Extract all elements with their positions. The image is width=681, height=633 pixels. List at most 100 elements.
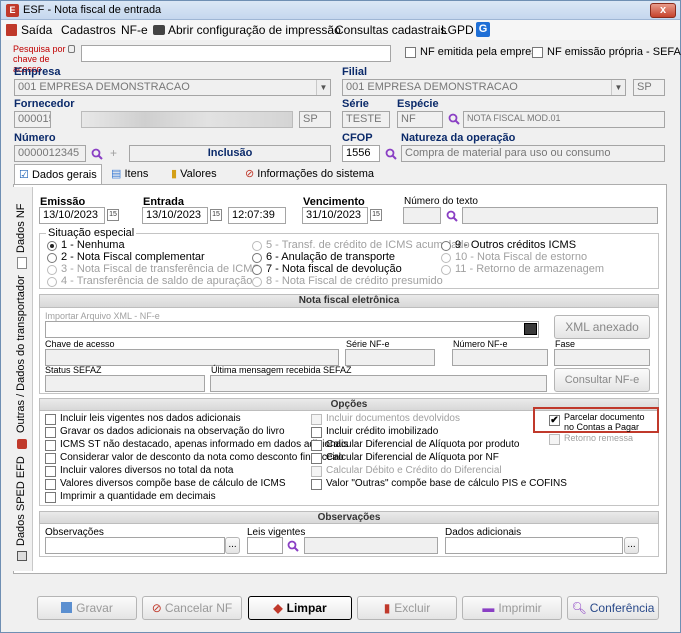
empresa-select[interactable]: 001 EMPRESA DEMONSTRACAO ▼ (14, 79, 331, 96)
fase-label: Fase (555, 339, 576, 349)
search-input[interactable] (81, 45, 391, 62)
menu-cadastros[interactable]: Cadastros (61, 23, 116, 37)
natureza-field: Compra de material para uso ou consumo (401, 145, 665, 162)
menu-saida[interactable]: Saída (21, 23, 52, 37)
opt-decimais-checkbox[interactable] (45, 492, 56, 503)
menu-consultas[interactable]: Consultas cadastrais (335, 23, 446, 37)
filial-uf: SP (633, 79, 665, 96)
nf-emitida-checkbox[interactable] (405, 47, 416, 58)
opt-gravar-obs-checkbox[interactable] (45, 427, 56, 438)
opt-difal-produto-label: Calcular Diferencial de Alíquota por pro… (326, 439, 520, 450)
side-tab-dados-nf[interactable]: Dados NF (15, 203, 27, 253)
leis-code-field[interactable] (247, 537, 283, 554)
serie-field[interactable]: TESTE (342, 111, 390, 128)
empresa-label: Empresa (14, 66, 61, 78)
menu-nfe[interactable]: NF-e (121, 23, 148, 37)
opt-valores-icms-checkbox[interactable] (45, 479, 56, 490)
opt-difal-produto-checkbox[interactable] (311, 440, 322, 451)
radio-11[interactable] (441, 265, 451, 275)
radio-11-label: 11 - Retorno de armazenagem (455, 263, 604, 275)
entrada-field[interactable]: 13/10/2023 (142, 207, 208, 224)
search-icon[interactable] (446, 210, 458, 222)
opt-incluir-leis-checkbox[interactable] (45, 414, 56, 425)
import-xml-field[interactable] (45, 321, 539, 338)
radio-3[interactable] (47, 265, 57, 275)
edit-icon (17, 551, 27, 561)
nf-propria-checkbox[interactable] (532, 47, 543, 58)
opt-pis-cofins-checkbox[interactable] (311, 479, 322, 490)
radio-10-label: 10 - Nota Fiscal de estorno (455, 251, 588, 263)
vencimento-field[interactable]: 31/10/2023 (302, 207, 368, 224)
especie-code[interactable]: NF (397, 111, 443, 128)
numero-nfe-label: Número NF-e (453, 339, 508, 349)
radio-10[interactable] (441, 253, 451, 263)
radio-1[interactable] (47, 241, 57, 251)
radio-9[interactable] (441, 241, 451, 251)
tab-itens[interactable]: ▤ Itens (107, 164, 152, 184)
search-icon[interactable] (91, 148, 103, 160)
msg-sefaz-field (210, 375, 547, 392)
status-sefaz-field (45, 375, 205, 392)
exit-icon (6, 24, 17, 36)
xml-anexado-button[interactable]: XML anexado (554, 315, 650, 339)
g-icon[interactable]: G (476, 22, 490, 37)
radio-8[interactable] (252, 277, 262, 287)
radio-5[interactable] (252, 241, 262, 251)
hora-field[interactable]: 12:07:39 (228, 207, 286, 224)
fase-field (554, 349, 650, 366)
search-icon[interactable] (287, 540, 299, 552)
calendar-icon[interactable]: 15 (107, 209, 119, 221)
opt-icms-st-checkbox[interactable] (45, 440, 56, 451)
opt-devolvidos-checkbox[interactable] (311, 414, 322, 425)
close-button[interactable]: x (650, 3, 676, 18)
calendar-icon[interactable]: 15 (210, 209, 222, 221)
opt-parcelar-checkbox[interactable]: ✔ (549, 415, 560, 426)
cfop-field[interactable]: 1556 (342, 145, 380, 162)
consultar-nfe-button[interactable]: Consultar NF-e (554, 368, 650, 392)
calendar-icon[interactable]: 15 (370, 209, 382, 221)
cancelar-nf-button[interactable]: ⊘ Cancelar NF (142, 596, 242, 620)
side-tab-transportador[interactable]: Outras / Dados do transportador (15, 275, 27, 433)
emissao-field[interactable]: 13/10/2023 (39, 207, 105, 224)
opt-difal-nf-checkbox[interactable] (311, 453, 322, 464)
tab-valores[interactable]: ▮ Valores (167, 164, 221, 184)
tab-dados-gerais[interactable]: ☑ Dados gerais (14, 164, 102, 185)
search-icon[interactable] (448, 113, 460, 125)
eraser-icon: ◆ (273, 601, 283, 615)
opt-retorno-checkbox[interactable] (549, 434, 560, 445)
opt-desconto-checkbox[interactable] (45, 453, 56, 464)
dados-adicionais-field[interactable] (445, 537, 623, 554)
radio-7[interactable] (252, 265, 262, 275)
chave-label: Chave de acesso (45, 339, 115, 349)
opt-debito-credito-checkbox[interactable] (311, 466, 322, 477)
tab-info-sistema[interactable]: ⊘ Informações do sistema (241, 164, 378, 184)
observacoes-field[interactable] (45, 537, 225, 554)
fornecedor-code[interactable]: 000015 (14, 111, 51, 128)
radio-6[interactable] (252, 253, 262, 263)
radio-2[interactable] (47, 253, 57, 263)
gravar-button[interactable]: Gravar (37, 596, 137, 620)
menu-print-config[interactable]: Abrir configuração de impressão (168, 23, 341, 37)
filial-select[interactable]: 001 EMPRESA DEMONSTRACAO ▼ (342, 79, 626, 96)
plus-icon[interactable]: + (110, 146, 117, 160)
dados-adicionais-ellipsis-button[interactable]: ... (624, 537, 639, 554)
imprimir-button[interactable]: ▬ Imprimir (462, 596, 562, 620)
menu-lgpd[interactable]: LGPD (441, 23, 474, 37)
opt-valores-total-checkbox[interactable] (45, 466, 56, 477)
menu-bar: Saída Cadastros NF-e Abrir configuração … (1, 20, 680, 40)
limpar-button[interactable]: ◆ Limpar (248, 596, 352, 620)
numero-field[interactable]: 0000012345 (14, 145, 86, 162)
opt-valores-icms-label: Valores diversos compõe base de cálculo … (60, 478, 286, 489)
excluir-button[interactable]: ▮ Excluir (357, 596, 457, 620)
conferencia-button[interactable]: 🔍︎ Conferência (567, 596, 659, 620)
observacoes-ellipsis-button[interactable]: ... (225, 537, 240, 554)
texto-field[interactable] (403, 207, 441, 224)
situacao-title: Situação especial (46, 227, 137, 239)
radio-4[interactable] (47, 277, 57, 287)
search-icon[interactable] (385, 148, 397, 160)
side-tab-sped[interactable]: Dados SPED EFD (15, 456, 27, 546)
folder-icon[interactable] (524, 323, 537, 335)
truck-icon (17, 439, 27, 449)
opt-debito-credito-label: Calcular Débito e Crédito do Diferencial (326, 465, 502, 476)
opt-imobilizado-checkbox[interactable] (311, 427, 322, 438)
